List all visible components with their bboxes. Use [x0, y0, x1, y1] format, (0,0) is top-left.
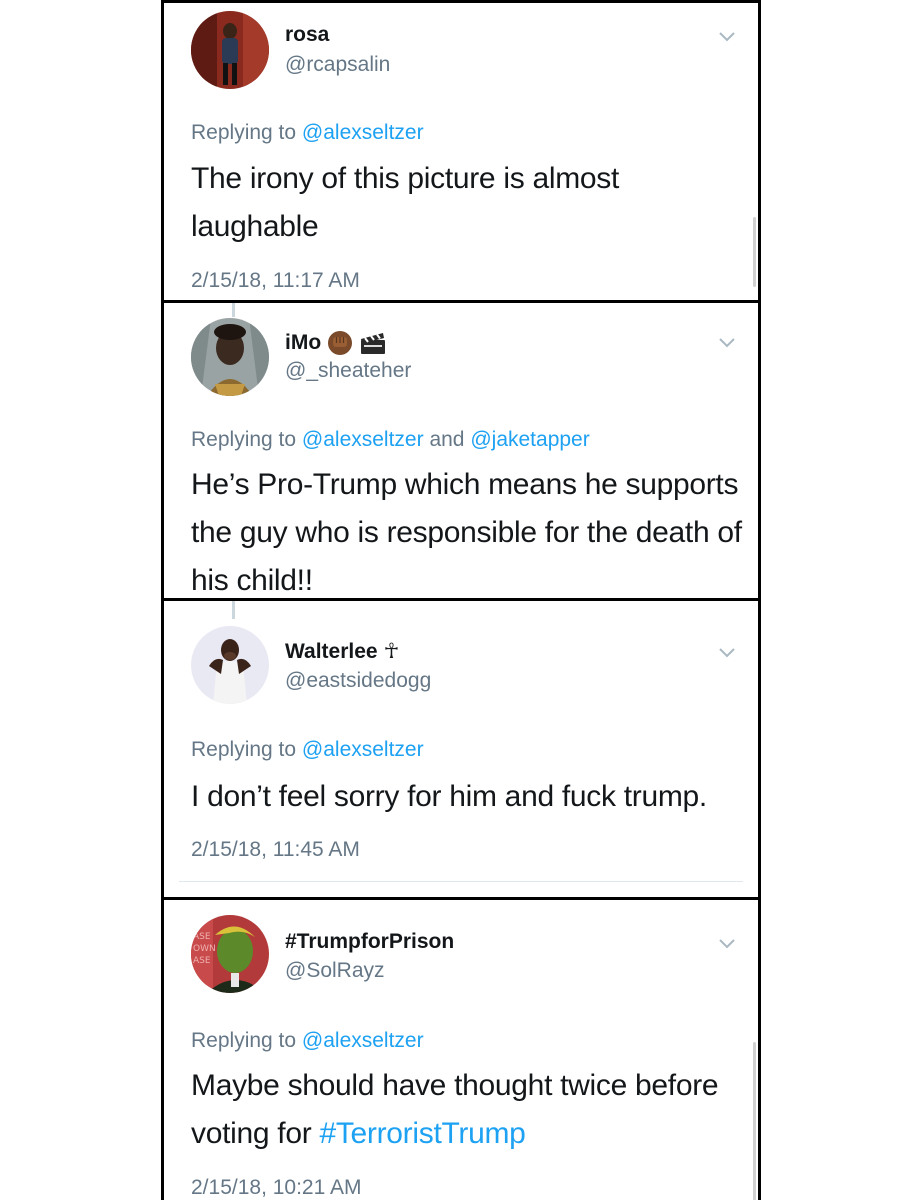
replying-to: Replying to @alexseltzer [191, 738, 424, 762]
timestamp[interactable]: 2/15/18, 11:17 AM [191, 269, 360, 293]
display-name[interactable]: #TrumpforPrison [285, 930, 454, 954]
svg-text:ASE: ASE [193, 932, 211, 942]
avatar-walterlee[interactable] [191, 626, 269, 704]
name-text: rosa [285, 23, 330, 46]
avatar-imo[interactable] [191, 318, 269, 396]
mention-link[interactable]: @alexseltzer [302, 428, 424, 451]
reply-prefix: Replying to [191, 738, 297, 761]
scrollbar[interactable] [753, 1042, 756, 1200]
raised-fist-icon [328, 331, 353, 355]
replying-to: Replying to @alexseltzer and @jaketapper [191, 428, 590, 452]
scrollbar[interactable] [753, 217, 756, 287]
chevron-down-icon[interactable] [718, 938, 736, 950]
display-name[interactable]: iMo [285, 330, 387, 356]
reply-prefix: Replying to [191, 428, 297, 451]
replying-to: Replying to @alexseltzer [191, 121, 424, 145]
clapper-board-icon [361, 333, 386, 354]
tweet-card-walterlee: Walterlee ☥ @eastsidedogg Replying to @a… [161, 598, 761, 900]
replying-to: Replying to @alexseltzer [191, 1029, 424, 1053]
display-name[interactable]: rosa [285, 23, 329, 47]
tweet-card-imo: iMo @_sheateher Replying to @alexseltzer… [161, 300, 761, 602]
chevron-down-icon[interactable] [718, 647, 736, 659]
chevron-down-icon[interactable] [718, 337, 736, 349]
ankh-symbol: ☥ [383, 640, 400, 663]
thread-line [232, 601, 235, 619]
user-handle[interactable]: @eastsidedogg [285, 669, 431, 693]
mention-link[interactable]: @alexseltzer [302, 1029, 424, 1052]
hashtag-link[interactable]: #TerroristTrump [319, 1117, 525, 1150]
tweet-text: I don’t feel sorry for him and fuck trum… [191, 780, 707, 813]
name-text: Walterlee [285, 639, 378, 663]
tweet-card-trumpforprison: ASE OWN ASE #TrumpforPrison @SolRayz Rep… [161, 897, 761, 1200]
svg-text:ASE: ASE [193, 956, 211, 966]
name-text: #TrumpforPrison [285, 930, 455, 953]
mention-link[interactable]: @alexseltzer [302, 121, 424, 144]
user-handle[interactable]: @rcapsalin [285, 53, 390, 77]
avatar-trumpforprison[interactable]: ASE OWN ASE [191, 915, 269, 993]
avatar-rosa[interactable] [191, 11, 269, 89]
timestamp[interactable]: 2/15/18, 11:45 AM [191, 838, 360, 862]
divider [179, 881, 743, 882]
reply-prefix: Replying to [191, 1029, 297, 1052]
tweet-card-rosa: rosa @rcapsalin Replying to @alexseltzer… [161, 0, 761, 303]
user-handle[interactable]: @SolRayz [285, 959, 385, 983]
tweet-text: The irony of this picture is almost laug… [191, 162, 620, 243]
chevron-down-icon[interactable] [718, 31, 736, 43]
svg-text:OWN: OWN [193, 944, 216, 954]
tweet-text: He’s Pro-Trump which means he supports t… [191, 468, 742, 597]
display-name[interactable]: Walterlee ☥ [285, 639, 399, 664]
timestamp[interactable]: 2/15/18, 10:21 AM [191, 1176, 361, 1200]
tweet-text: Maybe should have thought twice before v… [191, 1062, 751, 1158]
reply-prefix: Replying to [191, 121, 297, 144]
reply-and: and [429, 428, 465, 451]
mention-link[interactable]: @jaketapper [470, 428, 589, 451]
name-text: iMo [285, 331, 322, 354]
thread-line [232, 303, 235, 317]
user-handle[interactable]: @_sheateher [285, 359, 411, 383]
mention-link[interactable]: @alexseltzer [302, 738, 424, 761]
